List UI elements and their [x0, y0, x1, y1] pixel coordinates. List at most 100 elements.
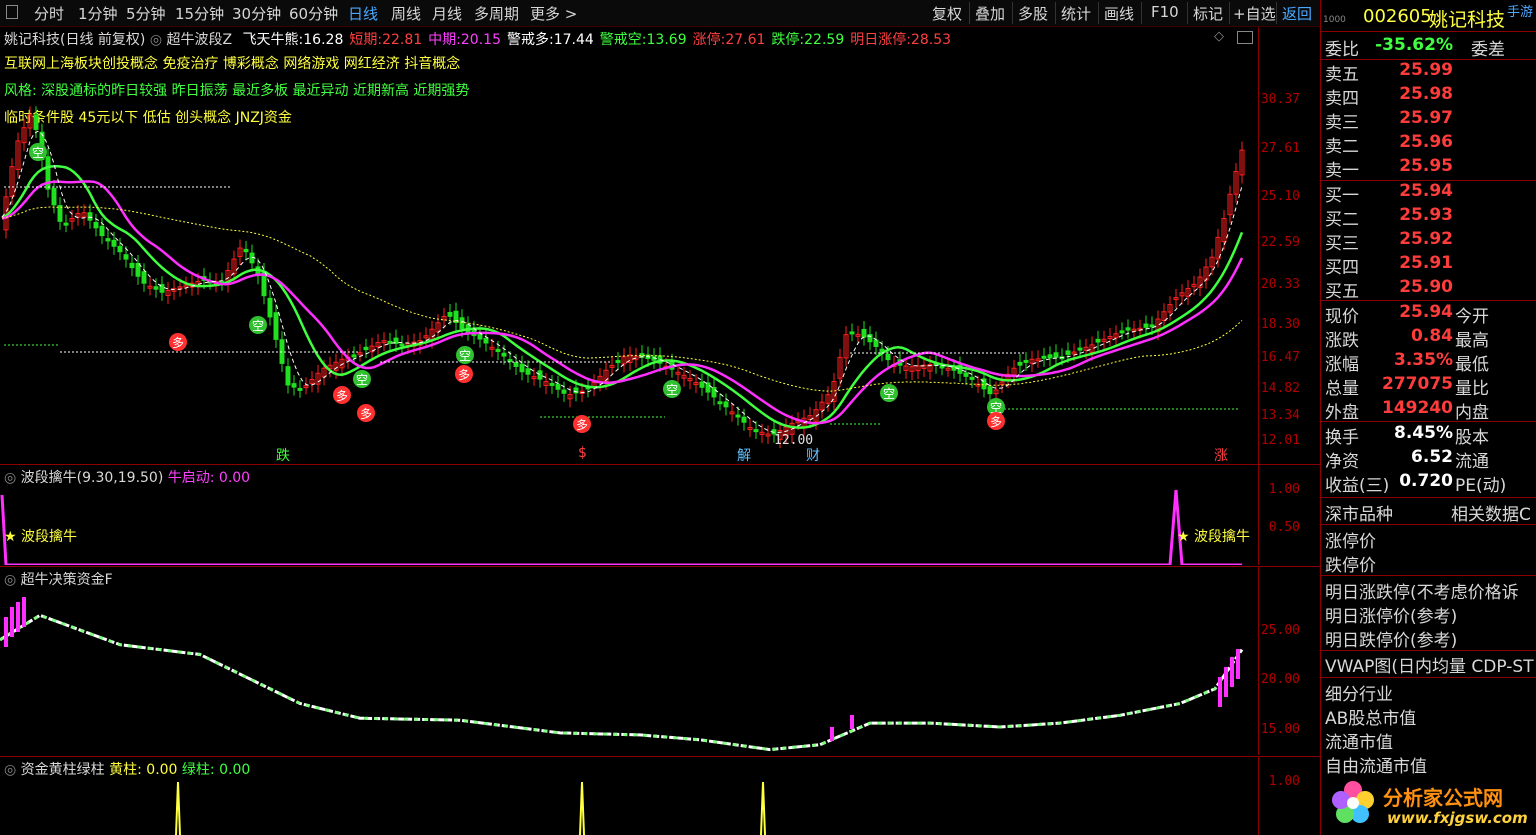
tab-weekly[interactable]: 周线: [391, 3, 421, 24]
tab-multi-period[interactable]: 多周期: [474, 3, 519, 24]
tomorrow-limit-title: 明日涨跌停(不考虑价格诉: [1325, 583, 1519, 603]
btn-back[interactable]: 返回: [1282, 3, 1312, 24]
tab-monthly[interactable]: 月线: [432, 3, 462, 24]
btn-mark[interactable]: 标记: [1193, 3, 1223, 24]
book-label: 卖一: [1325, 161, 1359, 181]
candle-body: [1053, 352, 1059, 358]
pane-chaoniu-zijin[interactable]: ◎ 超牛决策资金F 25.00 20.00 15.00: [0, 567, 1320, 755]
btn-f10[interactable]: F10: [1151, 3, 1179, 21]
tomorrow-up-label: 明日涨停价(参考): [1325, 607, 1458, 627]
sector-tag[interactable]: 手游: [1507, 1, 1533, 20]
stats2-row: 净资 6.52 流通: [1321, 447, 1536, 472]
btn-fuquan[interactable]: 复权: [932, 3, 962, 24]
watermark-logo: [1329, 778, 1377, 826]
pane3-tick-20: 20.00: [1260, 672, 1300, 687]
tab-daily[interactable]: 日线: [348, 3, 378, 24]
stat-value: 8.45%: [1394, 423, 1453, 443]
capital-bar: [10, 607, 14, 637]
candle-body: [741, 416, 747, 423]
main-kline-pane[interactable]: 姚记科技(日线 前复权) ◎ 超牛波段Z 飞天牛熊:16.28 短期:22.81 中…: [0, 27, 1320, 464]
stat-label: 收益(三): [1325, 476, 1390, 496]
candle-body: [939, 365, 945, 369]
book-price: 25.99: [1399, 60, 1453, 80]
stat-value: 0.720: [1399, 471, 1453, 491]
tab-more[interactable]: 更多 >: [530, 3, 577, 24]
tomorrow-down-label: 明日跌停价(参考): [1325, 631, 1458, 651]
candle-body: [399, 343, 405, 347]
price-axis: [1258, 27, 1259, 464]
pane3-tick-15: 15.00: [1260, 722, 1300, 737]
duo-signal-text: 多: [990, 415, 1002, 429]
window-icon[interactable]: [6, 5, 18, 19]
low-price-label: 12.00: [774, 433, 814, 448]
vwap-link[interactable]: VWAP图(日内均量 CDP-ST: [1325, 652, 1534, 677]
pane-boduan-qinniu[interactable]: ◎ 波段擒牛(9.30,19.50) 牛启动: 0.00 1.00 0.50 ★…: [0, 465, 1320, 565]
candle-body: [561, 389, 567, 394]
tab-fenshi[interactable]: 分时: [34, 3, 64, 24]
bottom-marker: 跌: [276, 448, 290, 464]
btn-stats[interactable]: 统计: [1061, 3, 1091, 24]
btn-draw-line[interactable]: 画线: [1104, 3, 1134, 24]
book-label: 买三: [1325, 234, 1359, 254]
book-label: 买一: [1325, 186, 1359, 206]
period-toolbar: 分时 1分钟 5分钟 15分钟 30分钟 60分钟 日线 周线 月线 多周期 更…: [0, 0, 1320, 27]
bottom-marker: $: [578, 445, 587, 461]
stat-value: 149240: [1382, 398, 1453, 418]
book-price: 25.97: [1399, 108, 1453, 128]
stat-label-2: 内盘: [1455, 403, 1489, 423]
stat-value: 3.35%: [1394, 350, 1453, 370]
watermark-url: www.fxjgsw.com: [1387, 809, 1528, 827]
stat-label: 外盘: [1325, 403, 1359, 423]
pane2-chart: [0, 489, 1242, 565]
limit-down-label: 跌停价: [1325, 556, 1376, 576]
candle-body: [1017, 361, 1023, 366]
tab-5min[interactable]: 5分钟: [126, 3, 166, 24]
candle-body: [861, 328, 867, 338]
bids-row: 买三 25.92: [1321, 229, 1536, 254]
ma-green-line: [1, 164, 1244, 429]
stat-value: 6.52: [1411, 447, 1453, 467]
pane2-dummy: [2, 495, 1172, 565]
price-tick: 14.82: [1260, 381, 1300, 396]
price-tick: 18.30: [1260, 317, 1300, 332]
pane2-signal-left: ★ 波段擒牛: [4, 529, 78, 545]
related-data[interactable]: 相关数据C: [1451, 500, 1531, 525]
stock-code: 002605: [1363, 6, 1432, 27]
tab-1min[interactable]: 1分钟: [78, 3, 118, 24]
candle-body: [495, 348, 501, 353]
pane3-tick-25: 25.00: [1260, 623, 1300, 638]
stat-label: 净资: [1325, 452, 1359, 472]
book-label: 卖五: [1325, 65, 1359, 85]
stat-label: 涨跌: [1325, 331, 1359, 351]
candle-body: [849, 331, 855, 335]
pane2-tick-1: 1.00: [1268, 482, 1300, 497]
stat-label: 总量: [1325, 379, 1359, 399]
pane2-signal-line: [0, 489, 1242, 565]
candle-body: [555, 383, 561, 390]
pane-zijin-zhu[interactable]: ◎ 资金黄柱绿柱 黄柱: 0.00 绿柱: 0.00 1.00: [0, 757, 1320, 835]
stats-row: 涨幅 3.35% 最低: [1321, 350, 1536, 375]
btn-overlay[interactable]: 叠加: [975, 3, 1005, 24]
stats2-row: 收益(三) 0.720 PE(动): [1321, 471, 1536, 496]
candle-body: [87, 212, 93, 221]
candle-body: [135, 262, 141, 277]
btn-multi-stock[interactable]: 多股: [1018, 3, 1048, 24]
kong-signal-text: 空: [883, 387, 895, 401]
tab-15min[interactable]: 15分钟: [175, 3, 224, 24]
book-price: 25.93: [1399, 205, 1453, 225]
candle-body: [735, 414, 741, 418]
capital-line-green: [0, 613, 1244, 752]
candle-body: [57, 205, 63, 222]
kong-signal-text: 空: [459, 349, 471, 363]
market-type[interactable]: 深市品种: [1325, 500, 1393, 525]
candle-body: [267, 297, 273, 318]
candle-body: [297, 387, 303, 391]
tab-60min[interactable]: 60分钟: [289, 3, 338, 24]
candle-body: [513, 362, 519, 367]
yellow-column: [579, 781, 585, 835]
btn-add-watchlist[interactable]: +自选: [1233, 3, 1276, 24]
asks-row: 卖二 25.96: [1321, 132, 1536, 157]
stats-row: 涨跌 0.84 最高: [1321, 326, 1536, 351]
candle-body: [129, 262, 135, 269]
tab-30min[interactable]: 30分钟: [232, 3, 281, 24]
